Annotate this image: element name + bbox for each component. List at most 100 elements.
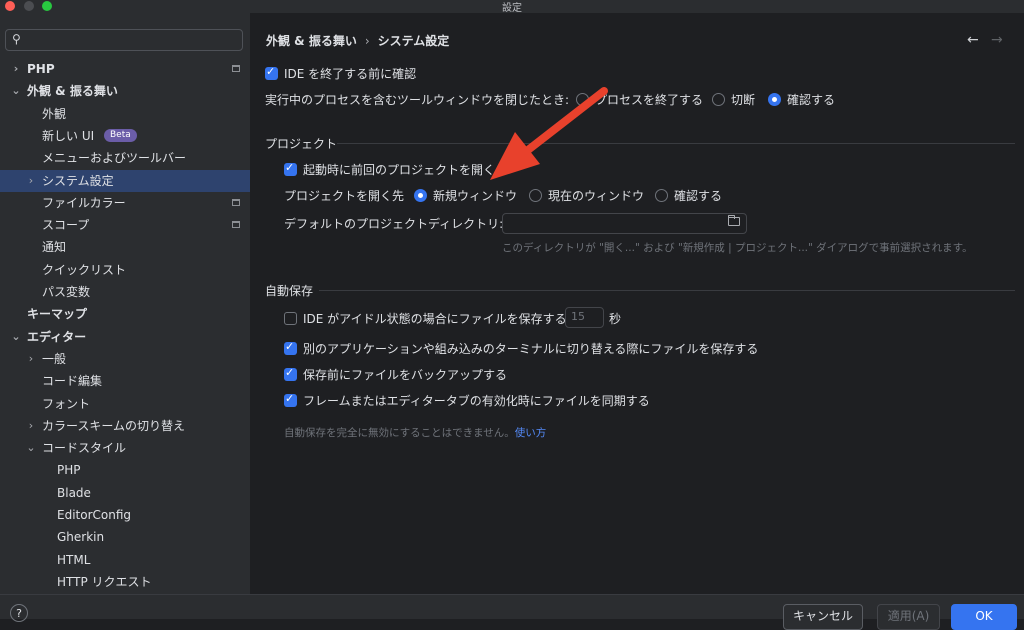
sidebar-item[interactable]: › システム設定 xyxy=(0,169,250,192)
sidebar-item[interactable]: › PHP xyxy=(0,58,250,80)
sidebar-item-label: PHP xyxy=(27,62,55,76)
sidebar-item[interactable]: ⌄ コードスタイル xyxy=(0,437,250,459)
confirm-exit-label[interactable]: IDE を終了する前に確認 xyxy=(284,65,416,82)
sidebar-item[interactable]: クイックリスト xyxy=(0,259,250,281)
sidebar-item-label: コードスタイル xyxy=(42,441,127,456)
chevron-down-icon[interactable]: ⌄ xyxy=(10,326,22,348)
arrow-left-icon[interactable]: ← xyxy=(967,32,979,48)
sync-label[interactable]: フレームまたはエディタータブの有効化時にファイルを同期する xyxy=(303,392,650,409)
sidebar-item-label: Gherkin xyxy=(57,530,105,545)
process-terminate-label[interactable]: プロセスを終了する xyxy=(595,91,703,108)
sidebar-item[interactable]: キーマップ xyxy=(0,303,250,325)
search-icon: ⚲ xyxy=(12,32,21,46)
autosave-note: 自動保存を完全に無効にすることはできません。使い方 xyxy=(284,425,546,440)
sidebar-item[interactable]: Gherkin xyxy=(0,526,250,548)
sidebar-item[interactable]: 通知 xyxy=(0,236,250,258)
sidebar-item-label: EditorConfig xyxy=(57,508,132,522)
idle-save-checkbox[interactable] xyxy=(284,312,297,325)
sidebar-item-label: クイックリスト xyxy=(42,262,127,277)
sidebar-item-label: フォント xyxy=(42,396,91,411)
chevron-down-icon[interactable]: ⌄ xyxy=(10,80,22,102)
open-ask-radio[interactable] xyxy=(655,189,668,202)
sidebar-item[interactable]: HTML xyxy=(0,549,250,571)
sidebar-item-label: キーマップ xyxy=(27,307,88,322)
confirm-exit-checkbox[interactable] xyxy=(265,65,278,80)
open-ask-label[interactable]: 確認する xyxy=(674,187,722,204)
sidebar-item[interactable]: Blade xyxy=(0,482,250,504)
reopen-project-label[interactable]: 起動時に前回のプロジェクトを開く xyxy=(303,161,495,178)
sidebar-item-label: ファイルカラー xyxy=(42,195,126,210)
sidebar-item[interactable]: › カラースキームの切り替え xyxy=(0,415,250,437)
sidebar-item[interactable]: スコープ xyxy=(0,214,250,236)
help-icon[interactable]: ? xyxy=(10,604,28,622)
project-section-divider xyxy=(337,143,1015,144)
breadcrumb-parent[interactable]: 外観 & 振る舞い xyxy=(266,34,357,48)
open-new-window-label[interactable]: 新規ウィンドウ xyxy=(433,187,517,204)
sidebar-item[interactable]: 外観 xyxy=(0,103,250,125)
process-ask-label[interactable]: 確認する xyxy=(787,91,835,108)
sidebar-item-label: 通知 xyxy=(42,240,67,255)
open-target-label: プロジェクトを開く先 xyxy=(284,189,405,203)
window-titlebar: 設定 xyxy=(0,0,1024,14)
sidebar-item[interactable]: HTTP リクエスト xyxy=(0,571,250,593)
default-dir-field[interactable] xyxy=(502,213,747,234)
open-current-window-radio[interactable] xyxy=(529,189,542,202)
sync-checkbox[interactable] xyxy=(284,392,297,407)
beta-badge: Beta xyxy=(104,128,137,142)
chevron-down-icon[interactable]: ⌄ xyxy=(25,437,37,459)
sidebar-item[interactable]: ファイルカラー xyxy=(0,192,250,214)
sidebar-item-label: パス変数 xyxy=(42,285,91,299)
arrow-right-icon[interactable]: → xyxy=(991,32,1003,48)
default-dir-hint: このディレクトリが "開く..." および "新規作成 | プロジェクト..."… xyxy=(502,242,973,254)
sidebar-item[interactable]: ⌄ 外観 & 振る舞い xyxy=(0,80,250,102)
chevron-right-icon[interactable]: › xyxy=(25,348,37,370)
switch-save-checkbox[interactable] xyxy=(284,340,297,355)
cancel-button[interactable]: キャンセル xyxy=(783,604,863,630)
idle-seconds-input[interactable]: 15 xyxy=(565,307,604,328)
sidebar-item[interactable]: メニューおよびツールバー xyxy=(0,147,250,169)
idle-seconds-unit: 秒 xyxy=(609,312,622,326)
dialog-footer: ? キャンセル 適用(A) OK xyxy=(0,594,1024,630)
sidebar-item[interactable]: 新しい UI Beta xyxy=(0,125,250,147)
sidebar-item[interactable]: PHP xyxy=(0,459,250,481)
open-current-window-label[interactable]: 現在のウィンドウ xyxy=(548,187,644,204)
sidebar-item[interactable]: ⌄ エディター xyxy=(0,326,250,348)
reopen-project-checkbox[interactable] xyxy=(284,161,297,176)
switch-save-label[interactable]: 別のアプリケーションや組み込みのターミナルに切り替える際にファイルを保存する xyxy=(303,340,758,357)
sidebar-item[interactable]: EditorConfig xyxy=(0,504,250,526)
settings-sidebar: ⚲ › PHP ⌄ 外観 & 振る舞い外観新しい UI Beta メニューおよびツールバー… xyxy=(0,13,251,594)
process-terminate-radio[interactable] xyxy=(576,93,589,106)
settings-search-input[interactable]: ⚲ xyxy=(5,29,243,51)
idle-save-label[interactable]: IDE がアイドル状態の場合にファイルを保存する: xyxy=(303,310,571,327)
idle-seconds-value: 15 xyxy=(571,310,585,323)
process-disconnect-label[interactable]: 切断 xyxy=(731,91,755,108)
process-ask-radio[interactable] xyxy=(768,93,781,106)
apply-button[interactable]: 適用(A) xyxy=(877,604,940,630)
sidebar-item-label: 一般 xyxy=(42,351,67,366)
breadcrumb: 外観 & 振る舞い › システム設定 xyxy=(266,32,449,49)
sidebar-item-label: HTML xyxy=(57,552,91,567)
sidebar-item[interactable]: パス変数 xyxy=(0,281,250,303)
chevron-right-icon[interactable]: › xyxy=(25,170,37,192)
chevron-right-icon[interactable]: › xyxy=(25,415,37,437)
sidebar-item[interactable]: › 一般 xyxy=(0,348,250,370)
sidebar-item[interactable]: フォント xyxy=(0,393,250,415)
backup-label[interactable]: 保存前にファイルをバックアップする xyxy=(303,366,507,383)
sidebar-item-label: エディター xyxy=(27,329,87,344)
project-scope-icon xyxy=(232,221,240,229)
sidebar-item-label: 外観 xyxy=(42,106,67,121)
sidebar-item[interactable]: コード編集 xyxy=(0,370,250,392)
window-title: 設定 xyxy=(502,3,522,14)
process-disconnect-radio[interactable] xyxy=(712,93,725,106)
chevron-right-icon[interactable]: › xyxy=(10,58,22,80)
ok-button[interactable]: OK xyxy=(951,604,1017,630)
autosave-note-text: 自動保存を完全に無効にすることはできません。 xyxy=(284,427,515,439)
open-new-window-radio[interactable] xyxy=(414,189,427,202)
autosave-section-title: 自動保存 xyxy=(265,284,314,298)
sidebar-item-label: コード編集 xyxy=(42,374,103,389)
sidebar-item-label: スコープ xyxy=(42,218,90,233)
how-to-link[interactable]: 使い方 xyxy=(515,427,547,439)
default-dir-label: デフォルトのプロジェクトディレクトリ: xyxy=(284,217,504,231)
backup-checkbox[interactable] xyxy=(284,366,297,381)
folder-icon[interactable] xyxy=(728,215,740,226)
